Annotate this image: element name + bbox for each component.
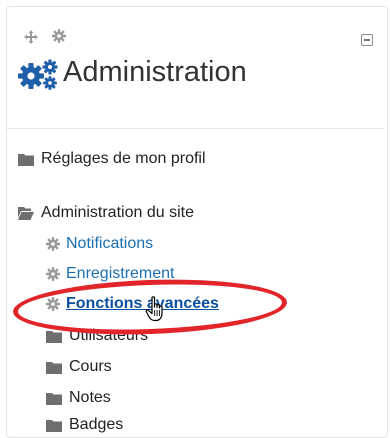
nav-item-label: Cours [69, 358, 112, 375]
move-icon[interactable] [24, 30, 38, 44]
nav-item-courses[interactable]: Cours [46, 358, 112, 376]
nav-item-label: Badges [69, 416, 124, 433]
folder-icon [46, 393, 62, 405]
nav-item-label: Administration du site [41, 204, 194, 221]
block-title: Administration [63, 56, 247, 88]
nav-item-badges[interactable]: Badges [46, 416, 123, 434]
nav-item-grades[interactable]: Notes [46, 389, 111, 407]
nav-item-notifications[interactable]: Notifications [46, 235, 153, 253]
folder-icon [46, 331, 62, 343]
folder-icon [46, 362, 62, 374]
folder-icon [46, 420, 62, 432]
cogs-icon [18, 59, 58, 90]
nav-item-label: Réglages de mon profil [41, 150, 206, 167]
folder-icon [18, 154, 34, 166]
folder-open-icon [18, 207, 34, 220]
gear-icon [46, 237, 60, 251]
gear-icon[interactable] [52, 29, 66, 43]
nav-item-label: Notes [69, 389, 111, 406]
nav-item-profile-settings[interactable]: Réglages de mon profil [18, 150, 206, 168]
hand-cursor-icon [145, 296, 163, 322]
collapse-button[interactable] [361, 34, 373, 46]
nav-item-label: Notifications [66, 235, 154, 252]
divider [7, 128, 384, 129]
nav-item-site-admin[interactable]: Administration du site [18, 204, 194, 222]
gear-icon [46, 267, 60, 281]
